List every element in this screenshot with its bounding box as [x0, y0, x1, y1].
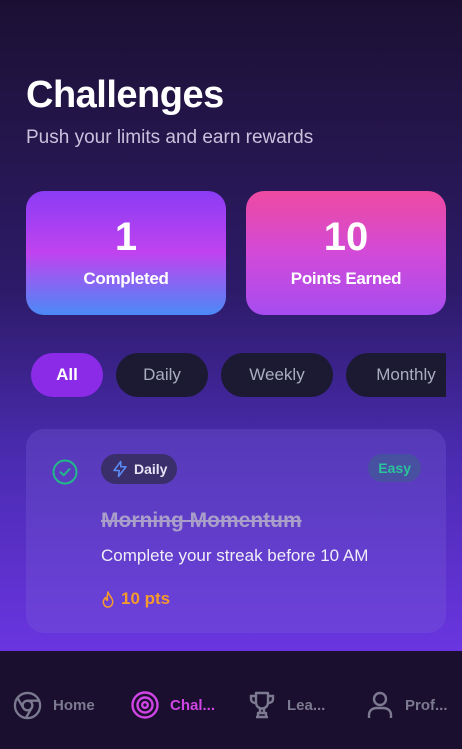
category-label: Daily	[134, 461, 168, 477]
check-circle-icon[interactable]	[52, 459, 78, 485]
completed-label: Completed	[83, 269, 169, 288]
page-title: Challenges	[26, 74, 224, 116]
tab-home[interactable]: Home	[12, 690, 95, 721]
trophy-icon	[249, 691, 275, 719]
flame-icon	[102, 590, 114, 608]
chrome-icon	[13, 691, 42, 720]
filter-chips: All Daily Weekly Monthly	[31, 353, 446, 399]
filter-all[interactable]: All	[31, 353, 103, 397]
tab-profile-label: Prof...	[405, 696, 448, 714]
target-icon	[131, 691, 159, 719]
tab-challenges-label: Chal...	[170, 696, 216, 714]
completed-stat-card: 1 Completed	[26, 191, 226, 315]
category-badge: Daily	[101, 454, 178, 484]
challenges-screen: Challenges Push your limits and earn rew…	[0, 0, 462, 651]
filter-weekly[interactable]: Weekly	[221, 353, 333, 397]
difficulty-badge: Easy	[368, 454, 421, 482]
bottom-tab-bar: Home Chal... Lea... Prof...	[0, 651, 462, 749]
points-label: Points Earned	[290, 269, 402, 288]
page-header: Challenges Push your limits and earn rew…	[26, 74, 313, 149]
points-count: 10	[323, 215, 369, 259]
completed-count: 1	[114, 215, 138, 259]
tab-leaderboard-label: Lea...	[287, 696, 326, 714]
points-value: 10 pts	[121, 589, 171, 608]
challenge-points: 10 pts	[101, 589, 170, 609]
page-subtitle: Push your limits and earn rewards	[26, 127, 314, 148]
user-icon	[367, 691, 393, 718]
challenge-description: Complete your streak before 10 AM	[101, 546, 369, 565]
challenge-card[interactable]: Daily Easy Morning Momentum Complete you…	[26, 429, 446, 633]
points-stat-card: 10 Points Earned	[246, 191, 446, 315]
challenge-title: Morning Momentum	[101, 509, 302, 532]
filter-monthly[interactable]: Monthly	[346, 353, 446, 397]
filter-daily[interactable]: Daily	[116, 353, 208, 397]
tab-home-label: Home	[53, 697, 95, 714]
tab-leaderboard[interactable]: Lea...	[247, 690, 325, 720]
tab-profile[interactable]: Prof...	[365, 690, 448, 720]
lightning-icon	[113, 460, 127, 478]
tab-challenges[interactable]: Chal...	[130, 690, 215, 720]
